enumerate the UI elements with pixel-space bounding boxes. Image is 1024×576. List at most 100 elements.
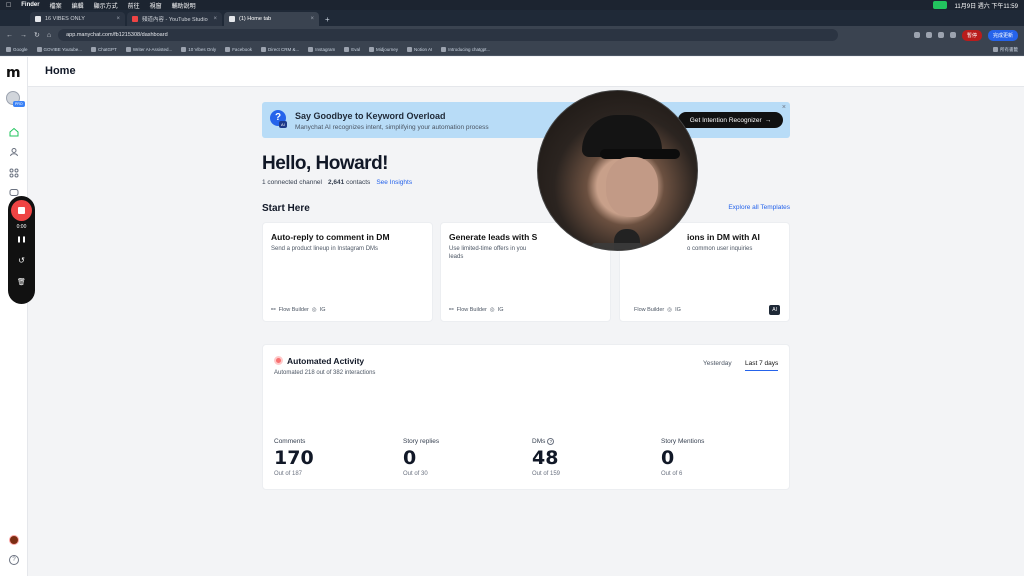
restart-icon[interactable]: ↺ bbox=[8, 256, 35, 265]
all-bookmarks[interactable]: 所有書籤 bbox=[993, 47, 1018, 53]
account-stats: 1 connected channel 2,641 contacts See I… bbox=[262, 179, 412, 186]
button-label: Get Intention Recognizer bbox=[689, 116, 762, 124]
metric-label: Story Mentions bbox=[661, 438, 705, 445]
metric-story-mentions: Story Mentions 0 Out of 6 bbox=[661, 438, 704, 477]
connected-channels: 1 connected channel bbox=[262, 179, 322, 186]
card-footer-label: Flow Builder bbox=[278, 307, 309, 313]
extension-icon[interactable] bbox=[913, 32, 920, 38]
address-bar-row: ← → ↻ ⌂ app.manychat.com/fb1215308/dashb… bbox=[0, 26, 1024, 44]
activity-icon bbox=[274, 356, 283, 365]
back-icon[interactable]: ← bbox=[6, 32, 13, 39]
stop-recording-button[interactable] bbox=[11, 200, 32, 221]
metric-total: Out of 159 bbox=[532, 471, 561, 477]
bookmark-item[interactable]: Notion AI bbox=[407, 47, 432, 52]
browser-tab-active[interactable]: (1) Home tab × bbox=[224, 12, 319, 26]
bookmark-item[interactable]: Eval bbox=[344, 47, 360, 52]
help-icon[interactable]: ? bbox=[9, 555, 19, 565]
metric-value: 0 bbox=[661, 447, 675, 469]
automation-icon[interactable] bbox=[9, 168, 19, 178]
template-card[interactable]: Auto-reply to comment in DM Send a produ… bbox=[262, 222, 433, 322]
card-description-line: leads bbox=[449, 254, 464, 260]
webcam-face-shape bbox=[606, 157, 658, 217]
home-icon[interactable]: ⌂ bbox=[47, 32, 51, 39]
extension-icon[interactable] bbox=[949, 32, 956, 38]
home-icon[interactable] bbox=[9, 127, 19, 137]
menubar-item[interactable]: 前往 bbox=[128, 1, 140, 10]
card-platform: IG bbox=[319, 307, 326, 313]
delete-icon[interactable]: 🗑 bbox=[8, 278, 35, 286]
info-icon[interactable]: ? bbox=[547, 438, 555, 445]
reload-icon[interactable]: ↻ bbox=[34, 31, 40, 39]
metric-story-replies: Story replies 0 Out of 30 bbox=[403, 438, 439, 477]
bookmark-item[interactable]: ChatGPT bbox=[91, 47, 117, 52]
explore-templates-link[interactable]: Explore all Templates bbox=[700, 204, 790, 211]
menubar-item[interactable]: 視窗 bbox=[150, 1, 162, 10]
manychat-logo[interactable]: m bbox=[6, 65, 21, 81]
card-description: Use limited-time offers in you leads bbox=[449, 245, 599, 261]
bookmark-item[interactable]: Midjourney bbox=[369, 47, 398, 52]
url-field[interactable]: app.manychat.com/fb1215308/dashboard bbox=[58, 29, 839, 41]
metric-value: 0 bbox=[403, 447, 417, 469]
pause-sync-button[interactable]: 暫停 bbox=[961, 29, 982, 41]
extension-icon[interactable] bbox=[925, 32, 932, 38]
bookmark-item[interactable]: 10 Vibes Only bbox=[181, 47, 216, 52]
instagram-icon: ◎ bbox=[311, 307, 317, 313]
new-tab-icon[interactable]: + bbox=[321, 15, 334, 26]
metric-value: 48 bbox=[532, 447, 559, 469]
get-intention-recognizer-button[interactable]: Get Intention Recognizer → bbox=[678, 112, 783, 128]
bookmark-item[interactable]: GOVIBE Youtube... bbox=[37, 47, 83, 52]
user-avatar[interactable] bbox=[9, 535, 19, 545]
clock[interactable]: 11月9日 週六 下午11:59 bbox=[955, 1, 1018, 10]
close-tab-icon[interactable]: × bbox=[116, 16, 120, 22]
contacts-icon[interactable] bbox=[9, 147, 19, 157]
pause-icon[interactable]: ❚❚ bbox=[8, 236, 35, 243]
close-icon[interactable]: × bbox=[782, 104, 786, 111]
menubar-item[interactable]: 檔案 bbox=[50, 1, 62, 10]
page-title: Home bbox=[45, 65, 76, 77]
manychat-favicon-icon bbox=[229, 16, 235, 22]
webcam-controls[interactable] bbox=[592, 243, 642, 250]
close-tab-icon[interactable]: × bbox=[310, 16, 314, 22]
metric-label: Story replies bbox=[403, 438, 440, 445]
card-title: Auto-reply to comment in DM bbox=[271, 232, 390, 242]
metric-label-row: DMs ? bbox=[532, 438, 560, 445]
update-browser-button[interactable]: 完成更新 bbox=[987, 29, 1018, 41]
see-insights-link[interactable]: See Insights bbox=[376, 179, 412, 186]
bookmark-item[interactable]: Facebook bbox=[225, 47, 252, 52]
card-footer-label: Flow Builder bbox=[634, 307, 665, 313]
top-header: Home bbox=[28, 57, 1024, 87]
contacts-count: 2,641 bbox=[328, 179, 345, 186]
forward-icon[interactable]: → bbox=[20, 32, 27, 39]
bookmark-item[interactable]: Instagram bbox=[308, 47, 335, 52]
card-footer: ⚯ Flow Builder ◎ IG bbox=[449, 307, 504, 313]
range-tab-yesterday[interactable]: Yesterday bbox=[703, 360, 732, 367]
range-tab-last-7-days[interactable]: Last 7 days bbox=[745, 360, 779, 371]
metric-total: Out of 30 bbox=[403, 471, 428, 477]
arrow-right-icon: → bbox=[764, 116, 772, 124]
bookmark-item[interactable]: Writer AI-Assisted... bbox=[126, 47, 172, 52]
screen-recorder-toolbar: 0:00 ❚❚ ↺ 🗑 bbox=[8, 196, 35, 304]
extension-icon[interactable] bbox=[937, 32, 944, 38]
apple-icon[interactable]:  bbox=[6, 2, 11, 9]
menubar-app-name[interactable]: Finder bbox=[21, 2, 39, 8]
menubar-item[interactable]: 輔助說明 bbox=[172, 1, 196, 10]
favicon-icon bbox=[35, 16, 41, 22]
bookmark-item[interactable]: Introducing chatgpt... bbox=[441, 47, 490, 52]
menubar-item[interactable]: 編輯 bbox=[72, 1, 84, 10]
webcam-overlay[interactable] bbox=[537, 90, 698, 251]
banner-subtitle: Manychat AI recognizes intent, simplifyi… bbox=[295, 124, 489, 131]
bookmark-item[interactable]: Direct CRM &... bbox=[261, 47, 299, 52]
bookmark-item[interactable]: Google bbox=[6, 47, 28, 52]
menubar-item[interactable]: 顯示方式 bbox=[94, 1, 118, 10]
card-footer-label: Flow Builder bbox=[456, 307, 487, 313]
browser-tab[interactable]: 頻道內容 - YouTube Studio × bbox=[127, 12, 222, 26]
close-tab-icon[interactable]: × bbox=[213, 16, 217, 22]
pro-badge: PRO bbox=[13, 101, 25, 107]
browser-tab[interactable]: 16 VIBES ONLY × bbox=[30, 12, 125, 26]
contacts-label: contacts bbox=[346, 179, 371, 186]
instagram-icon: ◎ bbox=[667, 307, 673, 313]
youtube-favicon-icon bbox=[132, 16, 138, 22]
card-footer: Flow Builder ◎ IG bbox=[634, 307, 681, 313]
ai-badge: AI bbox=[279, 121, 287, 128]
metric-total: Out of 6 bbox=[661, 471, 683, 477]
